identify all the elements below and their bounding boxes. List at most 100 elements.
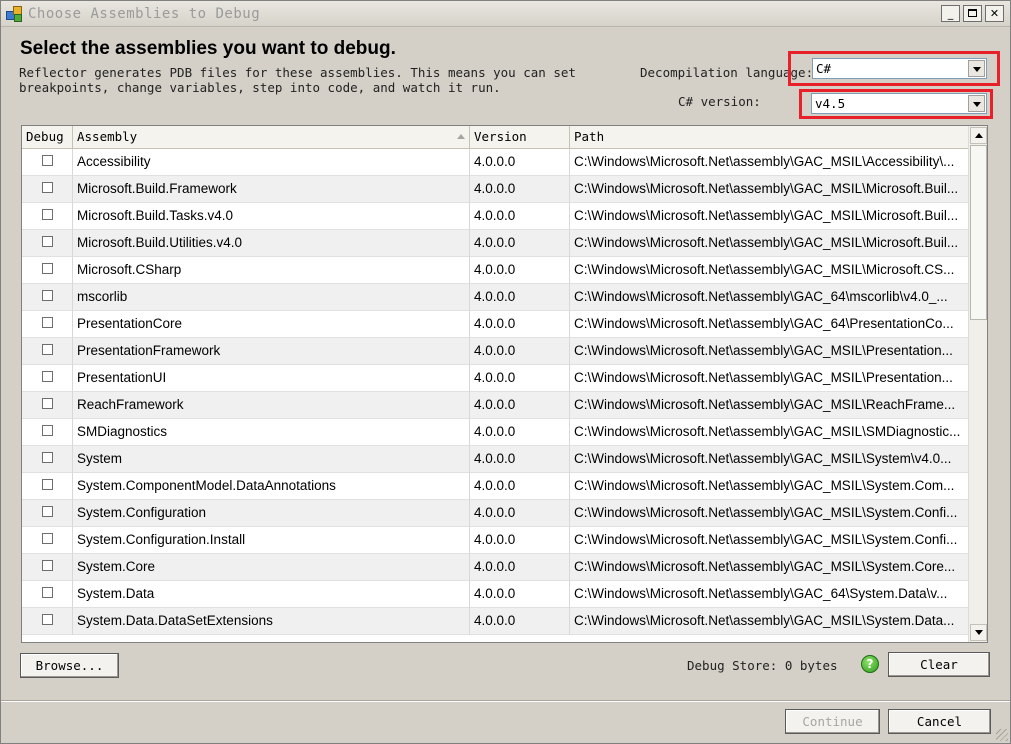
- assembly-cell: Accessibility: [73, 149, 470, 176]
- debug-checkbox[interactable]: [42, 263, 53, 274]
- path-cell: C:\Windows\Microsoft.Net\assembly\GAC_MS…: [574, 613, 955, 628]
- path-cell: C:\Windows\Microsoft.Net\assembly\GAC_MS…: [574, 559, 956, 574]
- assembly-cell: Microsoft.CSharp: [73, 257, 470, 284]
- debug-checkbox[interactable]: [42, 506, 53, 517]
- debug-cell: [22, 608, 73, 635]
- table-row[interactable]: Microsoft.Build.Tasks.v4.0 4.0.0.0 C:\Wind…: [22, 203, 968, 230]
- table-row[interactable]: PresentationFramework 4.0.0.0 C:\Windows\M…: [22, 338, 968, 365]
- table-row[interactable]: Microsoft.Build.Framework 4.0.0.0 C:\Windo…: [22, 176, 968, 203]
- debug-checkbox[interactable]: [42, 344, 53, 355]
- debug-cell: [22, 176, 73, 203]
- debug-checkbox[interactable]: [42, 290, 53, 301]
- vertical-scrollbar[interactable]: [968, 126, 987, 642]
- table-row[interactable]: System.ComponentModel.DataAnnotations 4.0…: [22, 473, 968, 500]
- path-cell: C:\Windows\Microsoft.Net\assembly\GAC_MS…: [574, 397, 956, 412]
- cancel-button[interactable]: Cancel: [888, 709, 991, 734]
- chevron-down-icon[interactable]: [968, 95, 985, 112]
- maximize-button[interactable]: [963, 5, 982, 22]
- continue-button[interactable]: Continue: [785, 709, 880, 734]
- table-row[interactable]: Accessibility 4.0.0.0 C:\Windows\Microsoft…: [22, 149, 968, 176]
- scroll-down-icon[interactable]: [970, 624, 987, 641]
- debug-checkbox[interactable]: [42, 479, 53, 490]
- assembly-cell: PresentationFramework: [73, 338, 470, 365]
- column-header-assembly[interactable]: Assembly: [73, 126, 470, 149]
- assembly-cell: PresentationCore: [73, 311, 470, 338]
- debug-checkbox[interactable]: [42, 425, 53, 436]
- title-bar[interactable]: Choose Assemblies to Debug _ ✕: [1, 1, 1010, 27]
- debug-checkbox[interactable]: [42, 209, 53, 220]
- table-row[interactable]: System.Core 4.0.0.0 C:\Windows\Microsoft.N…: [22, 554, 968, 581]
- debug-checkbox[interactable]: [42, 452, 53, 463]
- debug-cell: [22, 473, 73, 500]
- table-row[interactable]: PresentationCore 4.0.0.0 C:\Windows\Micros…: [22, 311, 968, 338]
- table-row[interactable]: System 4.0.0.0 C:\Windows\Microsoft.Net\as…: [22, 446, 968, 473]
- table-row[interactable]: System.Data 4.0.0.0 C:\Windows\Microsoft.N…: [22, 581, 968, 608]
- csharp-version-label: C# version:: [678, 94, 761, 109]
- path-cell: C:\Windows\Microsoft.Net\assembly\GAC_64…: [574, 316, 954, 331]
- debug-checkbox[interactable]: [42, 614, 53, 625]
- table-row[interactable]: Microsoft.Build.Utilities.v4.0 4.0.0.0 C:\…: [22, 230, 968, 257]
- version-cell: 4.0.0.0: [470, 311, 570, 338]
- resize-grip-icon[interactable]: [996, 729, 1008, 741]
- decompilation-language-select[interactable]: C#: [812, 58, 987, 79]
- debug-cell: [22, 500, 73, 527]
- column-header-version[interactable]: Version: [470, 126, 570, 149]
- version-cell: 4.0.0.0: [470, 284, 570, 311]
- table-row[interactable]: ReachFramework 4.0.0.0 C:\Windows\Microsof…: [22, 392, 968, 419]
- debug-checkbox[interactable]: [42, 371, 53, 382]
- debug-checkbox[interactable]: [42, 155, 53, 166]
- column-header-debug[interactable]: Debug: [22, 126, 73, 149]
- table-row[interactable]: System.Configuration.Install 4.0.0.0 C:\Wi…: [22, 527, 968, 554]
- debug-checkbox[interactable]: [42, 533, 53, 544]
- table-row[interactable]: mscorlib 4.0.0.0 C:\Windows\Microsoft.Net\…: [22, 284, 968, 311]
- debug-checkbox[interactable]: [42, 587, 53, 598]
- version-cell: 4.0.0.0: [470, 230, 570, 257]
- version-cell: 4.0.0.0: [470, 554, 570, 581]
- debug-cell: [22, 527, 73, 554]
- debug-checkbox[interactable]: [42, 236, 53, 247]
- minimize-button[interactable]: _: [941, 5, 960, 22]
- chevron-down-icon[interactable]: [968, 60, 985, 77]
- description-text: Reflector generates PDB files for these …: [19, 65, 576, 95]
- assembly-cell: Microsoft.Build.Tasks.v4.0: [73, 203, 470, 230]
- table-row[interactable]: PresentationUI 4.0.0.0 C:\Windows\Microsof…: [22, 365, 968, 392]
- table-row[interactable]: Microsoft.CSharp 4.0.0.0 C:\Windows\Micros…: [22, 257, 968, 284]
- debug-checkbox[interactable]: [42, 560, 53, 571]
- path-cell: C:\Windows\Microsoft.Net\assembly\GAC_64…: [574, 586, 948, 601]
- browse-button[interactable]: Browse...: [20, 653, 119, 678]
- help-icon[interactable]: ?: [861, 655, 879, 673]
- assembly-cell: System: [73, 446, 470, 473]
- debug-cell: [22, 203, 73, 230]
- assembly-cell: SMDiagnostics: [73, 419, 470, 446]
- version-cell: 4.0.0.0: [470, 473, 570, 500]
- reflector-app-icon: [6, 5, 24, 23]
- clear-button[interactable]: Clear: [888, 652, 990, 677]
- language-selected-value: C#: [816, 61, 832, 76]
- assembly-cell: System.Configuration.Install: [73, 527, 470, 554]
- debug-cell: [22, 149, 73, 176]
- table-row[interactable]: System.Configuration 4.0.0.0 C:\Windows\Mi…: [22, 500, 968, 527]
- assembly-cell: System.Core: [73, 554, 470, 581]
- path-cell: C:\Windows\Microsoft.Net\assembly\GAC_MS…: [574, 478, 955, 493]
- csharp-version-select[interactable]: v4.5: [811, 93, 987, 114]
- debug-checkbox[interactable]: [42, 182, 53, 193]
- close-button[interactable]: ✕: [985, 5, 1004, 22]
- page-title: Select the assemblies you want to debug.: [20, 38, 396, 59]
- path-cell: C:\Windows\Microsoft.Net\assembly\GAC_MS…: [574, 532, 958, 547]
- assembly-cell: System.Data: [73, 581, 470, 608]
- version-cell: 4.0.0.0: [470, 338, 570, 365]
- column-header-path[interactable]: Path: [570, 126, 968, 149]
- version-cell: 4.0.0.0: [470, 500, 570, 527]
- assembly-cell: mscorlib: [73, 284, 470, 311]
- path-cell: C:\Windows\Microsoft.Net\assembly\GAC_MS…: [574, 208, 959, 223]
- debug-checkbox[interactable]: [42, 317, 53, 328]
- version-cell: 4.0.0.0: [470, 365, 570, 392]
- debug-cell: [22, 581, 73, 608]
- assemblies-table[interactable]: Debug Assembly Version Path Accessibilit…: [21, 125, 988, 643]
- debug-checkbox[interactable]: [42, 398, 53, 409]
- scroll-up-icon[interactable]: [970, 127, 987, 144]
- table-row[interactable]: System.Data.DataSetExtensions 4.0.0.0 C:\W…: [22, 608, 968, 635]
- debug-cell: [22, 446, 73, 473]
- scrollbar-thumb[interactable]: [970, 145, 987, 320]
- table-row[interactable]: SMDiagnostics 4.0.0.0 C:\Windows\Microsoft…: [22, 419, 968, 446]
